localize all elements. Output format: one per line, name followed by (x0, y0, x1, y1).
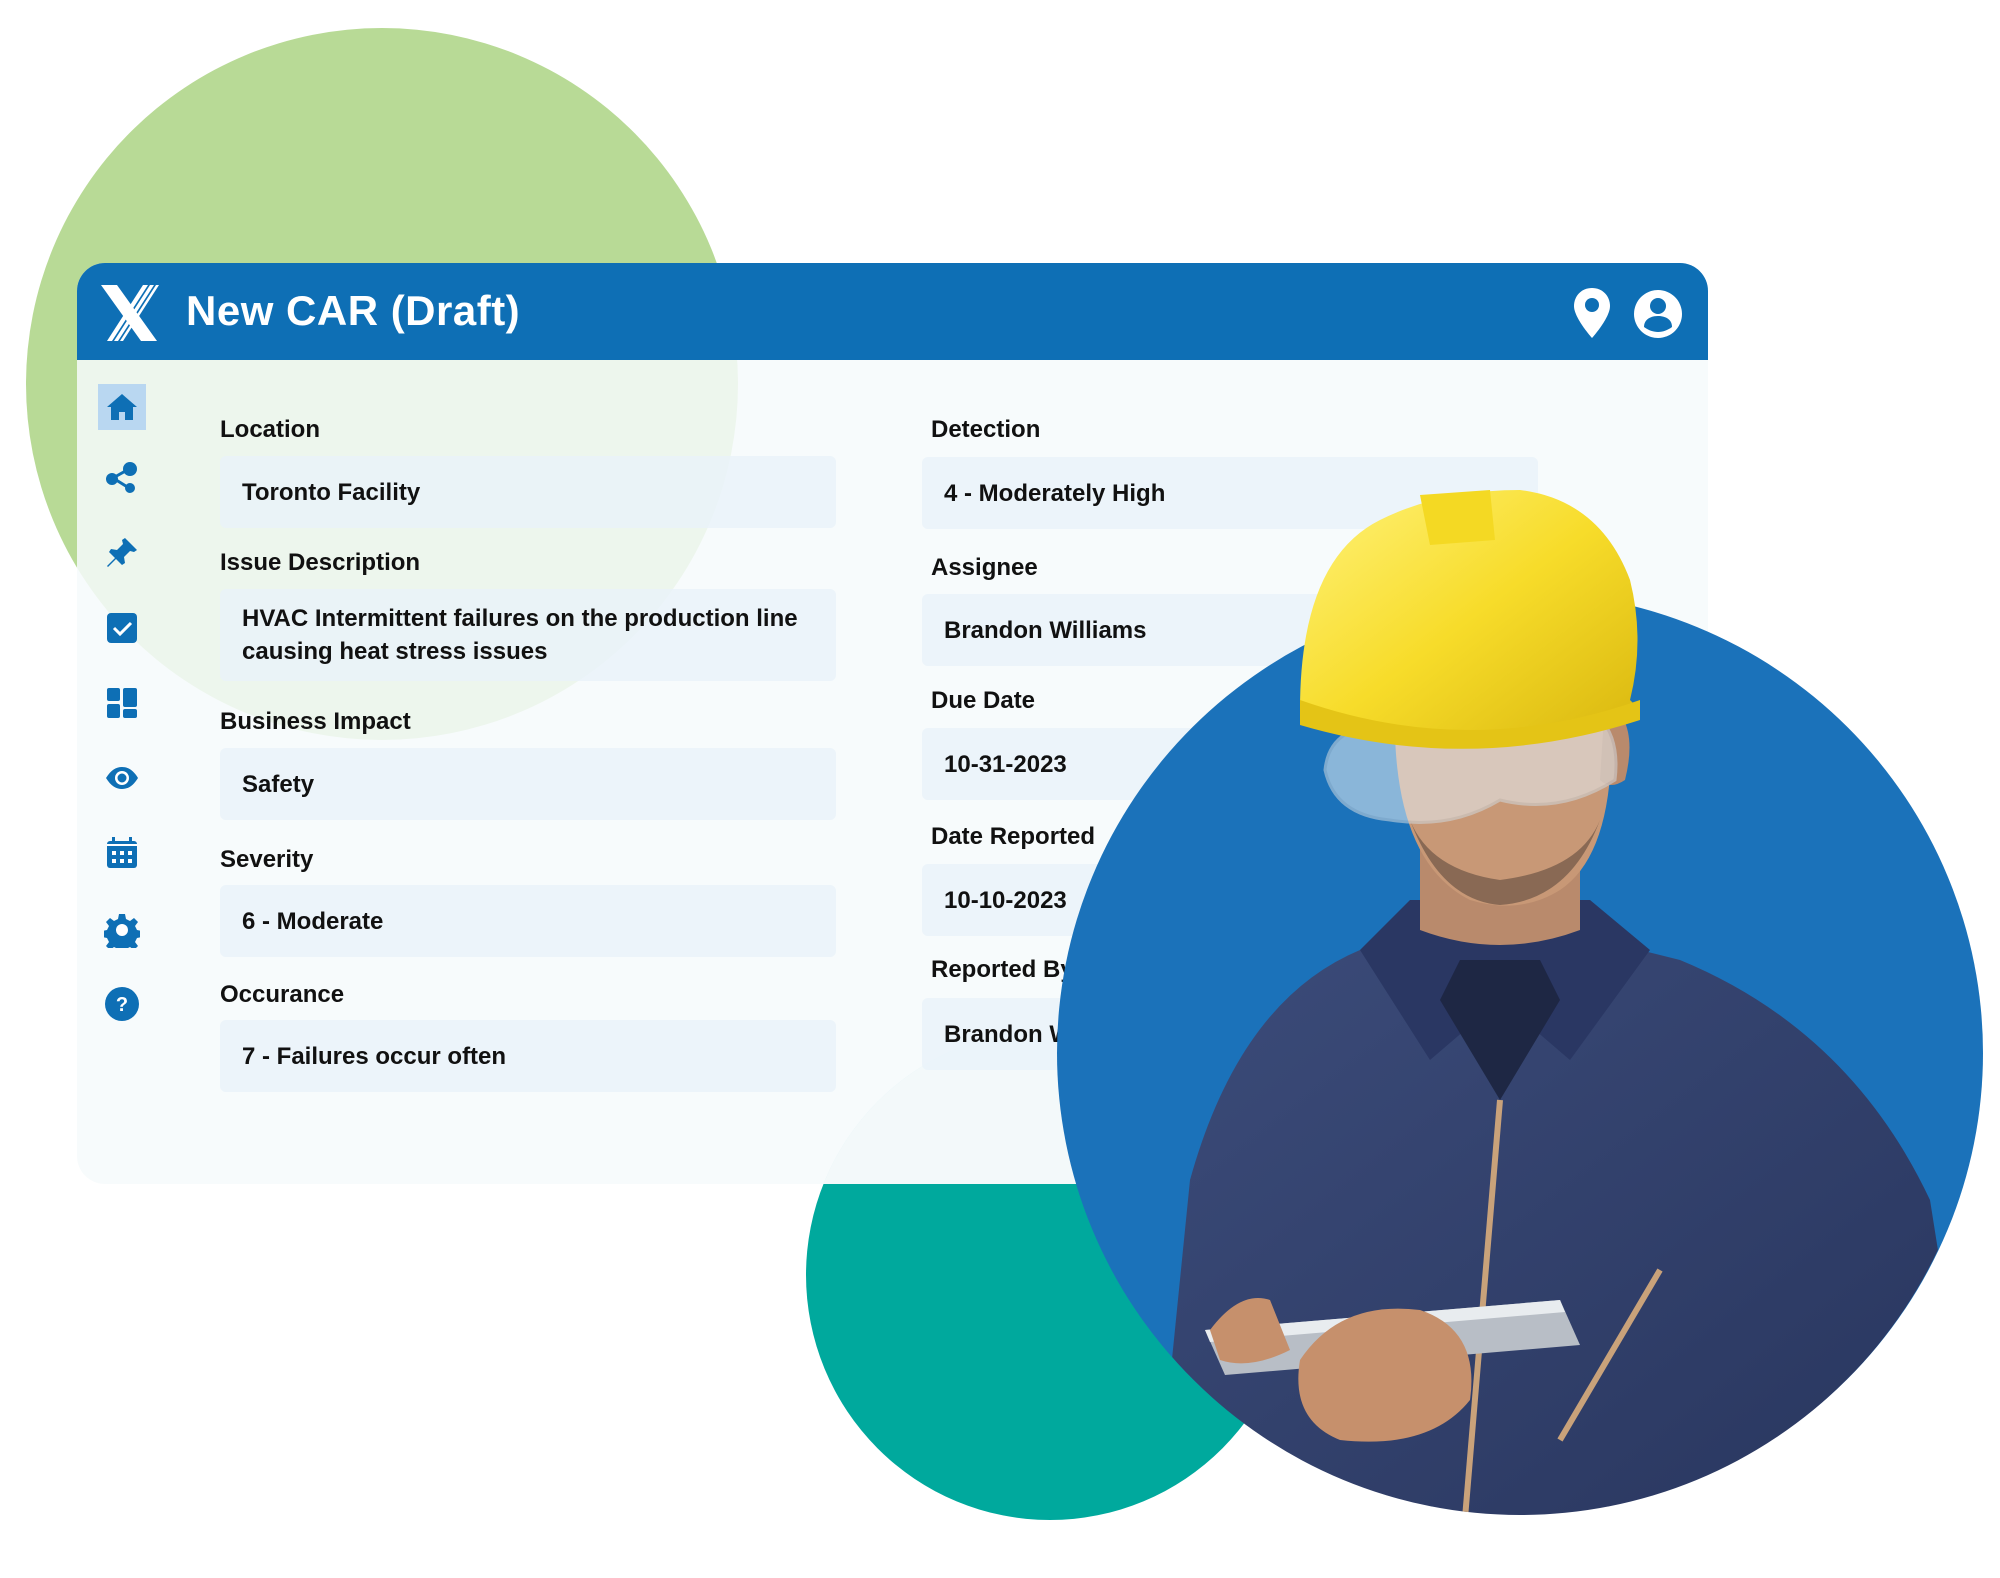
location-label: Location (220, 416, 320, 443)
window-header: New CAR (Draft) (77, 263, 1708, 360)
sidebar-item-tasks[interactable] (98, 605, 146, 651)
location-pin-icon[interactable] (1572, 287, 1612, 339)
svg-text:?: ? (116, 994, 128, 1016)
detection-field[interactable]: 4 - Moderately High (922, 457, 1538, 529)
checkbox-icon (107, 613, 137, 643)
due-date-label: Due Date (931, 687, 1036, 714)
assignee-label: Assignee (931, 554, 1038, 581)
share-icon (106, 462, 137, 493)
business-impact-field[interactable]: Safety (220, 748, 836, 820)
sidebar-item-pin[interactable] (98, 530, 146, 576)
reported-by-label: Reported By (931, 956, 1074, 983)
user-account-icon[interactable] (1633, 289, 1683, 339)
pushpin-icon (107, 538, 137, 567)
sidebar-item-settings[interactable] (98, 907, 146, 953)
business-impact-label: Business Impact (220, 708, 411, 735)
sidebar-item-help[interactable]: ? (98, 981, 146, 1027)
occurance-field[interactable]: 7 - Failures occur often (220, 1020, 836, 1092)
page-title: New CAR (Draft) (186, 287, 521, 334)
sidebar-item-calendar[interactable] (98, 830, 146, 876)
x-logo-icon (101, 285, 159, 341)
sidebar-item-dashboard[interactable] (98, 680, 146, 726)
worker-photo-circle (1057, 592, 1983, 1514)
sidebar-item-view[interactable] (98, 755, 146, 801)
calendar-icon (107, 837, 137, 868)
issue-description-label: Issue Description (220, 549, 421, 576)
severity-field[interactable]: 6 - Moderate (220, 885, 836, 957)
gear-icon (104, 914, 140, 948)
eye-icon (106, 767, 138, 789)
help-icon: ? (105, 987, 139, 1021)
dashboard-icon (107, 688, 137, 718)
sidebar-item-home[interactable] (98, 384, 146, 430)
severity-label: Severity (220, 846, 314, 873)
occurance-label: Occurance (220, 981, 345, 1008)
sidebar-item-share[interactable] (98, 455, 146, 501)
date-reported-label: Date Reported (931, 823, 1096, 850)
issue-description-field[interactable]: HVAC Intermittent failures on the produc… (220, 589, 836, 681)
location-field[interactable]: Toronto Facility (220, 456, 836, 528)
detection-label: Detection (931, 416, 1041, 443)
home-icon (107, 394, 137, 420)
